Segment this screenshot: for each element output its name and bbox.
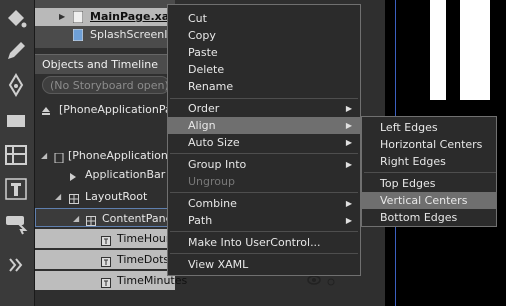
panel-title[interactable]: Objects and Timeline [35,54,175,74]
tree-row[interactable]: TimeMinutes [35,271,187,290]
tree-row[interactable]: ApplicationBar [35,165,175,184]
menu-separator [170,98,358,99]
menu-item-align[interactable]: Align ▶ [168,117,360,134]
menu-item-view-xaml[interactable]: View XAML [168,256,360,273]
double-chevron-right-icon[interactable] [3,252,29,278]
textblock-icon [101,275,111,288]
tree-item-label: ContentPane [102,212,173,225]
menu-item-rename[interactable]: Rename [168,78,360,95]
paint-bucket-icon[interactable] [3,6,29,32]
menu-item-cut[interactable]: Cut [168,10,360,27]
phone-page-icon [54,150,64,164]
submenu-item-right-edges[interactable]: Right Edges [362,153,496,170]
collapse-arrow-icon[interactable]: ◢ [41,146,47,165]
design-text-glyph [430,0,490,100]
tree-item-label: [PhoneApplicationP [68,149,175,162]
storyboard-selector[interactable]: (No Storyboard open) [42,76,170,94]
submenu-item-vertical-centers[interactable]: Vertical Centers [362,192,496,209]
tree-row[interactable]: [PhoneApplicationPa [35,100,175,119]
project-file-label: SplashScreenIm [90,28,179,41]
align-submenu: Left Edges Horizontal Centers Right Edge… [361,116,497,227]
submenu-arrow-icon: ▶ [345,104,352,113]
submenu-arrow-icon: ▶ [345,121,352,130]
pen-tool-icon[interactable] [3,72,29,98]
tree-item-label: ApplicationBar [85,168,166,181]
submenu-arrow-icon: ▶ [345,138,352,147]
tree-item-label: [PhoneApplicationPa [59,103,172,116]
menu-separator [170,153,358,154]
submenu-item-horizontal-centers[interactable]: Horizontal Centers [362,136,496,153]
collapse-arrow-icon[interactable]: ◢ [55,187,61,206]
rectangle-tool-icon[interactable] [3,108,29,134]
menu-item-group-into[interactable]: Group Into ▶ [168,156,360,173]
pencil-icon[interactable] [3,38,29,64]
menu-separator [170,253,358,254]
pin-up-icon [41,103,51,115]
tree-item-label: TimeHour [117,232,171,245]
tree-row[interactable]: TimeDots [35,250,175,269]
tree-row[interactable]: ◢ [PhoneApplicationP [35,146,175,165]
submenu-arrow-icon: ▶ [345,216,352,225]
project-file-list: ▶ MainPage.xaml SplashScreenIm [35,0,184,48]
project-file-row[interactable]: ▶ MainPage.xaml [35,8,184,26]
expand-arrow-icon[interactable]: ▶ [59,8,65,26]
menu-item-ungroup[interactable]: Ungroup [168,173,360,190]
tree-row[interactable]: ◢ LayoutRoot [35,187,175,206]
submenu-item-left-edges[interactable]: Left Edges [362,119,496,136]
submenu-arrow-icon: ▶ [345,199,352,208]
tree-row[interactable]: TimeHour [35,229,175,248]
grid-layout-icon[interactable] [3,142,29,168]
text-tool-icon[interactable] [3,176,29,202]
menu-item-paste[interactable]: Paste [168,44,360,61]
image-file-icon [73,29,83,41]
menu-item-delete[interactable]: Delete [168,61,360,78]
menu-separator [170,231,358,232]
xaml-file-icon [73,11,83,23]
submenu-item-bottom-edges[interactable]: Bottom Edges [362,209,496,226]
collapse-arrow-icon[interactable]: ◢ [73,209,79,228]
menu-item-make-into-usercontrol[interactable]: Make Into UserControl... [168,234,360,251]
app-bar-icon [68,169,78,181]
menu-item-path[interactable]: Path ▶ [168,212,360,229]
menu-item-order[interactable]: Order ▶ [168,100,360,117]
menu-item-copy[interactable]: Copy [168,27,360,44]
textblock-icon [101,254,111,267]
tree-item-label: TimeDots [117,253,170,266]
grid-icon [69,191,79,204]
tree-item-label: LayoutRoot [85,190,148,203]
project-file-row[interactable]: SplashScreenIm [35,26,179,44]
tools-panel [0,0,35,306]
control-tool-icon[interactable] [3,210,29,236]
menu-separator [170,192,358,193]
menu-item-auto-size[interactable]: Auto Size ▶ [168,134,360,151]
menu-separator [364,172,496,173]
lock-dot-icon[interactable] [327,276,335,286]
submenu-item-top-edges[interactable]: Top Edges [362,175,496,192]
menu-item-combine[interactable]: Combine ▶ [168,195,360,212]
submenu-arrow-icon: ▶ [345,160,352,169]
tree-row-selected[interactable]: ◢ ContentPane [35,208,175,227]
context-menu: Cut Copy Paste Delete Rename Order ▶ Alig… [167,4,361,276]
textblock-icon [101,233,111,246]
grid-icon [86,213,96,226]
